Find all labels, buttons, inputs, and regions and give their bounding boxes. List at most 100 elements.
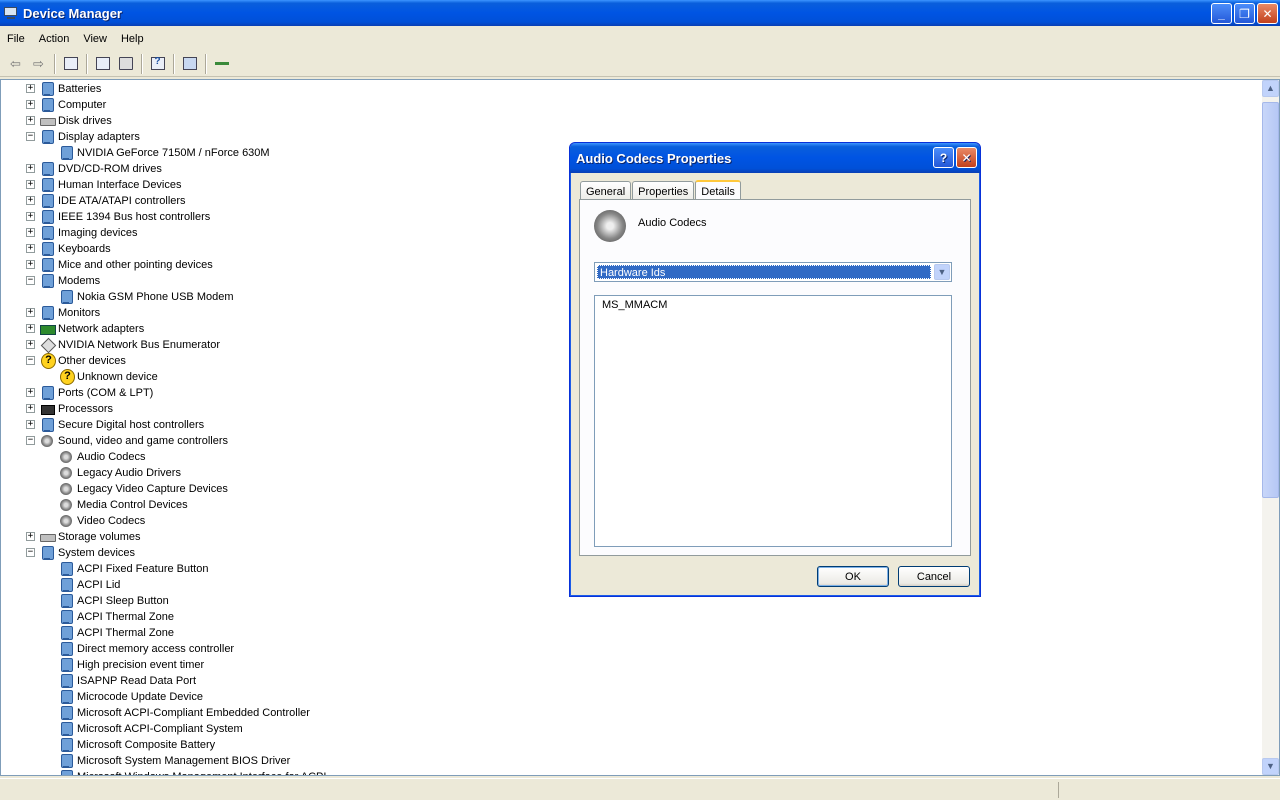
- tree-item[interactable]: Storage volumes: [39, 529, 141, 545]
- tree-item[interactable]: DVD/CD-ROM drives: [39, 161, 162, 177]
- tree-item[interactable]: Mice and other pointing devices: [39, 257, 213, 273]
- tree-item[interactable]: High precision event timer: [58, 657, 204, 673]
- tree-item[interactable]: NVIDIA Network Bus Enumerator: [39, 337, 220, 353]
- close-button[interactable]: ✕: [1257, 3, 1278, 24]
- dropdown-button[interactable]: ▼: [934, 264, 950, 280]
- tree-item[interactable]: Modems: [39, 273, 100, 289]
- vertical-scrollbar[interactable]: ▲ ▼: [1262, 80, 1279, 775]
- tree-item[interactable]: System devices: [39, 545, 135, 561]
- tree-item[interactable]: Batteries: [39, 81, 101, 97]
- tree-item[interactable]: Network adapters: [39, 321, 144, 337]
- menu-file[interactable]: File: [0, 33, 32, 45]
- tree-item[interactable]: Audio Codecs: [58, 449, 146, 465]
- tree-item[interactable]: Microsoft Windows Management Interface f…: [58, 769, 326, 775]
- tree-item[interactable]: Sound, video and game controllers: [39, 433, 228, 449]
- restore-button[interactable]: ❐: [1234, 3, 1255, 24]
- menu-help[interactable]: Help: [114, 33, 151, 45]
- scan-hardware-button[interactable]: [178, 53, 201, 75]
- network-button[interactable]: [210, 53, 233, 75]
- tree-item[interactable]: Microsoft ACPI-Compliant System: [58, 721, 243, 737]
- tree-item[interactable]: ACPI Thermal Zone: [58, 609, 174, 625]
- collapse-icon[interactable]: −: [26, 436, 35, 445]
- expand-icon[interactable]: +: [26, 532, 35, 541]
- collapse-icon[interactable]: −: [26, 132, 35, 141]
- dialog-help-button[interactable]: ?: [933, 147, 954, 168]
- back-button[interactable]: ⇦: [4, 53, 27, 75]
- help-button[interactable]: [146, 53, 169, 75]
- tree-item[interactable]: Human Interface Devices: [39, 177, 182, 193]
- tree-item[interactable]: IEEE 1394 Bus host controllers: [39, 209, 210, 225]
- tree-item[interactable]: ISAPNP Read Data Port: [58, 673, 196, 689]
- forward-button[interactable]: ⇨: [27, 53, 50, 75]
- tree-item[interactable]: Media Control Devices: [58, 497, 188, 513]
- expand-icon[interactable]: +: [26, 84, 35, 93]
- collapse-icon[interactable]: −: [26, 548, 35, 557]
- tree-item[interactable]: Microcode Update Device: [58, 689, 203, 705]
- dialog-close-button[interactable]: ✕: [956, 147, 977, 168]
- expand-icon[interactable]: +: [26, 420, 35, 429]
- collapse-icon[interactable]: −: [26, 356, 35, 365]
- tab-general[interactable]: General: [580, 181, 632, 201]
- tree-item[interactable]: Microsoft Composite Battery: [58, 737, 215, 753]
- dialog-title-bar[interactable]: Audio Codecs Properties ? ✕: [570, 143, 980, 173]
- expand-icon[interactable]: +: [26, 244, 35, 253]
- tree-item[interactable]: Keyboards: [39, 241, 111, 257]
- expand-icon[interactable]: +: [26, 260, 35, 269]
- expand-icon[interactable]: +: [26, 100, 35, 109]
- tab-properties[interactable]: Properties: [632, 181, 695, 201]
- properties-button[interactable]: [91, 53, 114, 75]
- print-button[interactable]: [114, 53, 137, 75]
- tree-item[interactable]: Nokia GSM Phone USB Modem: [58, 289, 234, 305]
- expand-icon[interactable]: +: [26, 404, 35, 413]
- expand-icon[interactable]: +: [26, 212, 35, 221]
- tree-item[interactable]: ACPI Fixed Feature Button: [58, 561, 208, 577]
- expand-icon[interactable]: +: [26, 388, 35, 397]
- property-value-list[interactable]: MS_MMACM: [594, 295, 952, 547]
- property-value-item[interactable]: MS_MMACM: [602, 299, 667, 311]
- tree-item[interactable]: Monitors: [39, 305, 100, 321]
- display-adapter-icon: [58, 145, 74, 161]
- tree-item[interactable]: Legacy Audio Drivers: [58, 465, 181, 481]
- collapse-icon[interactable]: −: [26, 276, 35, 285]
- tree-item[interactable]: NVIDIA GeForce 7150M / nForce 630M: [58, 145, 270, 161]
- tree-item[interactable]: ACPI Sleep Button: [58, 593, 169, 609]
- tree-item[interactable]: Ports (COM & LPT): [39, 385, 153, 401]
- tree-item[interactable]: ACPI Lid: [58, 577, 120, 593]
- expand-icon[interactable]: +: [26, 324, 35, 333]
- tree-item[interactable]: Display adapters: [39, 129, 140, 145]
- ok-button[interactable]: OK: [817, 566, 889, 587]
- tree-item[interactable]: Secure Digital host controllers: [39, 417, 204, 433]
- expand-icon[interactable]: +: [26, 164, 35, 173]
- expand-icon[interactable]: +: [26, 340, 35, 349]
- tree-item[interactable]: Processors: [39, 401, 113, 417]
- expand-icon[interactable]: +: [26, 308, 35, 317]
- tree-item[interactable]: Unknown device: [58, 369, 158, 385]
- toolbar-separator: [54, 53, 55, 74]
- tree-item[interactable]: Legacy Video Capture Devices: [58, 481, 228, 497]
- tree-item[interactable]: Other devices: [39, 353, 126, 369]
- scroll-thumb[interactable]: [1262, 102, 1279, 498]
- tree-item[interactable]: Microsoft System Management BIOS Driver: [58, 753, 290, 769]
- tree-item[interactable]: ACPI Thermal Zone: [58, 625, 174, 641]
- tree-item[interactable]: Computer: [39, 97, 106, 113]
- main-title-bar[interactable]: Device Manager _ ❐ ✕: [0, 0, 1280, 26]
- tree-item[interactable]: Video Codecs: [58, 513, 145, 529]
- tree-item[interactable]: Direct memory access controller: [58, 641, 234, 657]
- expand-icon[interactable]: +: [26, 180, 35, 189]
- property-dropdown[interactable]: Hardware Ids ▼: [594, 262, 952, 282]
- expand-icon[interactable]: +: [26, 116, 35, 125]
- scroll-up-button[interactable]: ▲: [1262, 80, 1279, 97]
- tree-item[interactable]: Disk drives: [39, 113, 112, 129]
- show-hide-console-tree-button[interactable]: [59, 53, 82, 75]
- expand-icon[interactable]: +: [26, 196, 35, 205]
- tree-item[interactable]: Microsoft ACPI-Compliant Embedded Contro…: [58, 705, 310, 721]
- menu-view[interactable]: View: [76, 33, 114, 45]
- tree-item[interactable]: Imaging devices: [39, 225, 138, 241]
- minimize-button[interactable]: _: [1211, 3, 1232, 24]
- expand-icon[interactable]: +: [26, 228, 35, 237]
- scroll-down-button[interactable]: ▼: [1262, 758, 1279, 775]
- tree-item[interactable]: IDE ATA/ATAPI controllers: [39, 193, 186, 209]
- tree-item-label: Ports (COM & LPT): [58, 387, 154, 399]
- menu-action[interactable]: Action: [32, 33, 77, 45]
- cancel-button[interactable]: Cancel: [898, 566, 970, 587]
